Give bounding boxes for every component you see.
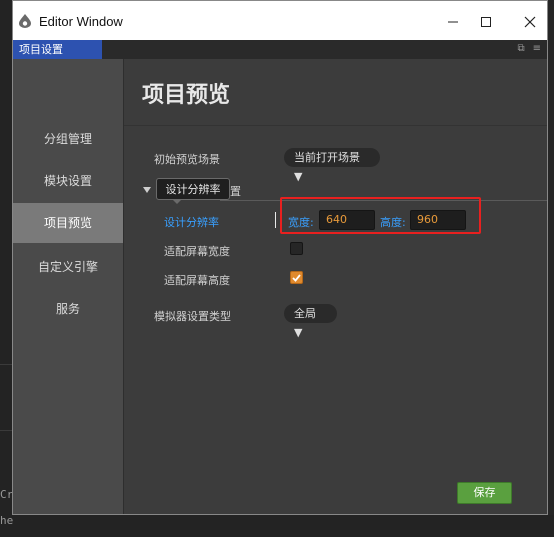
- background-divider: [0, 364, 12, 365]
- sidebar-item-custom-engine[interactable]: 自定义引擎: [13, 247, 123, 287]
- sidebar-item-module-settings[interactable]: 模块设置: [13, 161, 123, 201]
- section-title-partial: 置: [230, 185, 241, 198]
- fit-width-label: 适配屏幕宽度: [164, 245, 230, 258]
- checkmark-icon: [292, 274, 301, 282]
- sidebar-item-project-preview[interactable]: 项目预览: [13, 203, 123, 243]
- tab-strip: 项目设置 ⧉ ≡: [13, 40, 547, 59]
- editor-window: Editor Window 项目设置 ⧉ ≡ 分组管理 模块设置 项目预览 自定…: [12, 0, 548, 515]
- popout-icon[interactable]: ⧉: [517, 43, 524, 54]
- tooltip: 设计分辨率: [156, 178, 230, 200]
- window-title: Editor Window: [39, 14, 123, 29]
- simulator-type-dropdown[interactable]: 全局 ▼: [284, 304, 337, 339]
- sidebar: 分组管理 模块设置 项目预览 自定义引擎 服务: [13, 59, 123, 514]
- initial-scene-label: 初始预览场景: [154, 153, 220, 166]
- minimize-button[interactable]: [438, 9, 468, 35]
- page-title: 项目预览: [142, 83, 231, 108]
- background-panel-right: [548, 0, 554, 537]
- sidebar-item-services[interactable]: 服务: [13, 289, 123, 329]
- tooltip-arrow: [172, 199, 182, 204]
- background-console-line: he: [0, 514, 14, 527]
- menu-icon[interactable]: ≡: [533, 43, 541, 54]
- simulator-type-label: 模拟器设置类型: [154, 310, 231, 323]
- background-panel-bottom: [0, 515, 554, 537]
- title-bar[interactable]: Editor Window: [13, 1, 547, 40]
- maximize-button[interactable]: [471, 9, 501, 35]
- window-body: 分组管理 模块设置 项目预览 自定义引擎 服务 项目预览 初始预览场景 当前打开…: [13, 59, 547, 514]
- design-resolution-label: 设计分辨率: [164, 216, 219, 229]
- background-divider: [0, 430, 12, 431]
- close-icon: [524, 16, 536, 28]
- text-cursor: [275, 212, 276, 228]
- app-icon: [19, 14, 31, 28]
- initial-scene-dropdown[interactable]: 当前打开场景 ▼: [284, 148, 380, 183]
- title-divider: [124, 125, 547, 126]
- close-button[interactable]: [515, 9, 545, 35]
- maximize-icon: [481, 17, 491, 27]
- save-button[interactable]: 保存: [457, 482, 512, 504]
- sidebar-item-group-management[interactable]: 分组管理: [13, 119, 123, 159]
- fit-width-checkbox[interactable]: [290, 242, 303, 255]
- resolution-highlight-box: [280, 197, 481, 234]
- collapse-triangle-icon[interactable]: [143, 187, 151, 193]
- main-content: 项目预览 初始预览场景 当前打开场景 ▼ 置 设计分辨率 设计分辨率 宽度: 6…: [124, 59, 547, 514]
- fit-height-checkbox[interactable]: [290, 271, 303, 284]
- tab-project-settings[interactable]: 项目设置: [13, 40, 102, 59]
- minimize-icon: [448, 21, 458, 23]
- fit-height-label: 适配屏幕高度: [164, 274, 230, 287]
- background-panel-left: [0, 0, 12, 537]
